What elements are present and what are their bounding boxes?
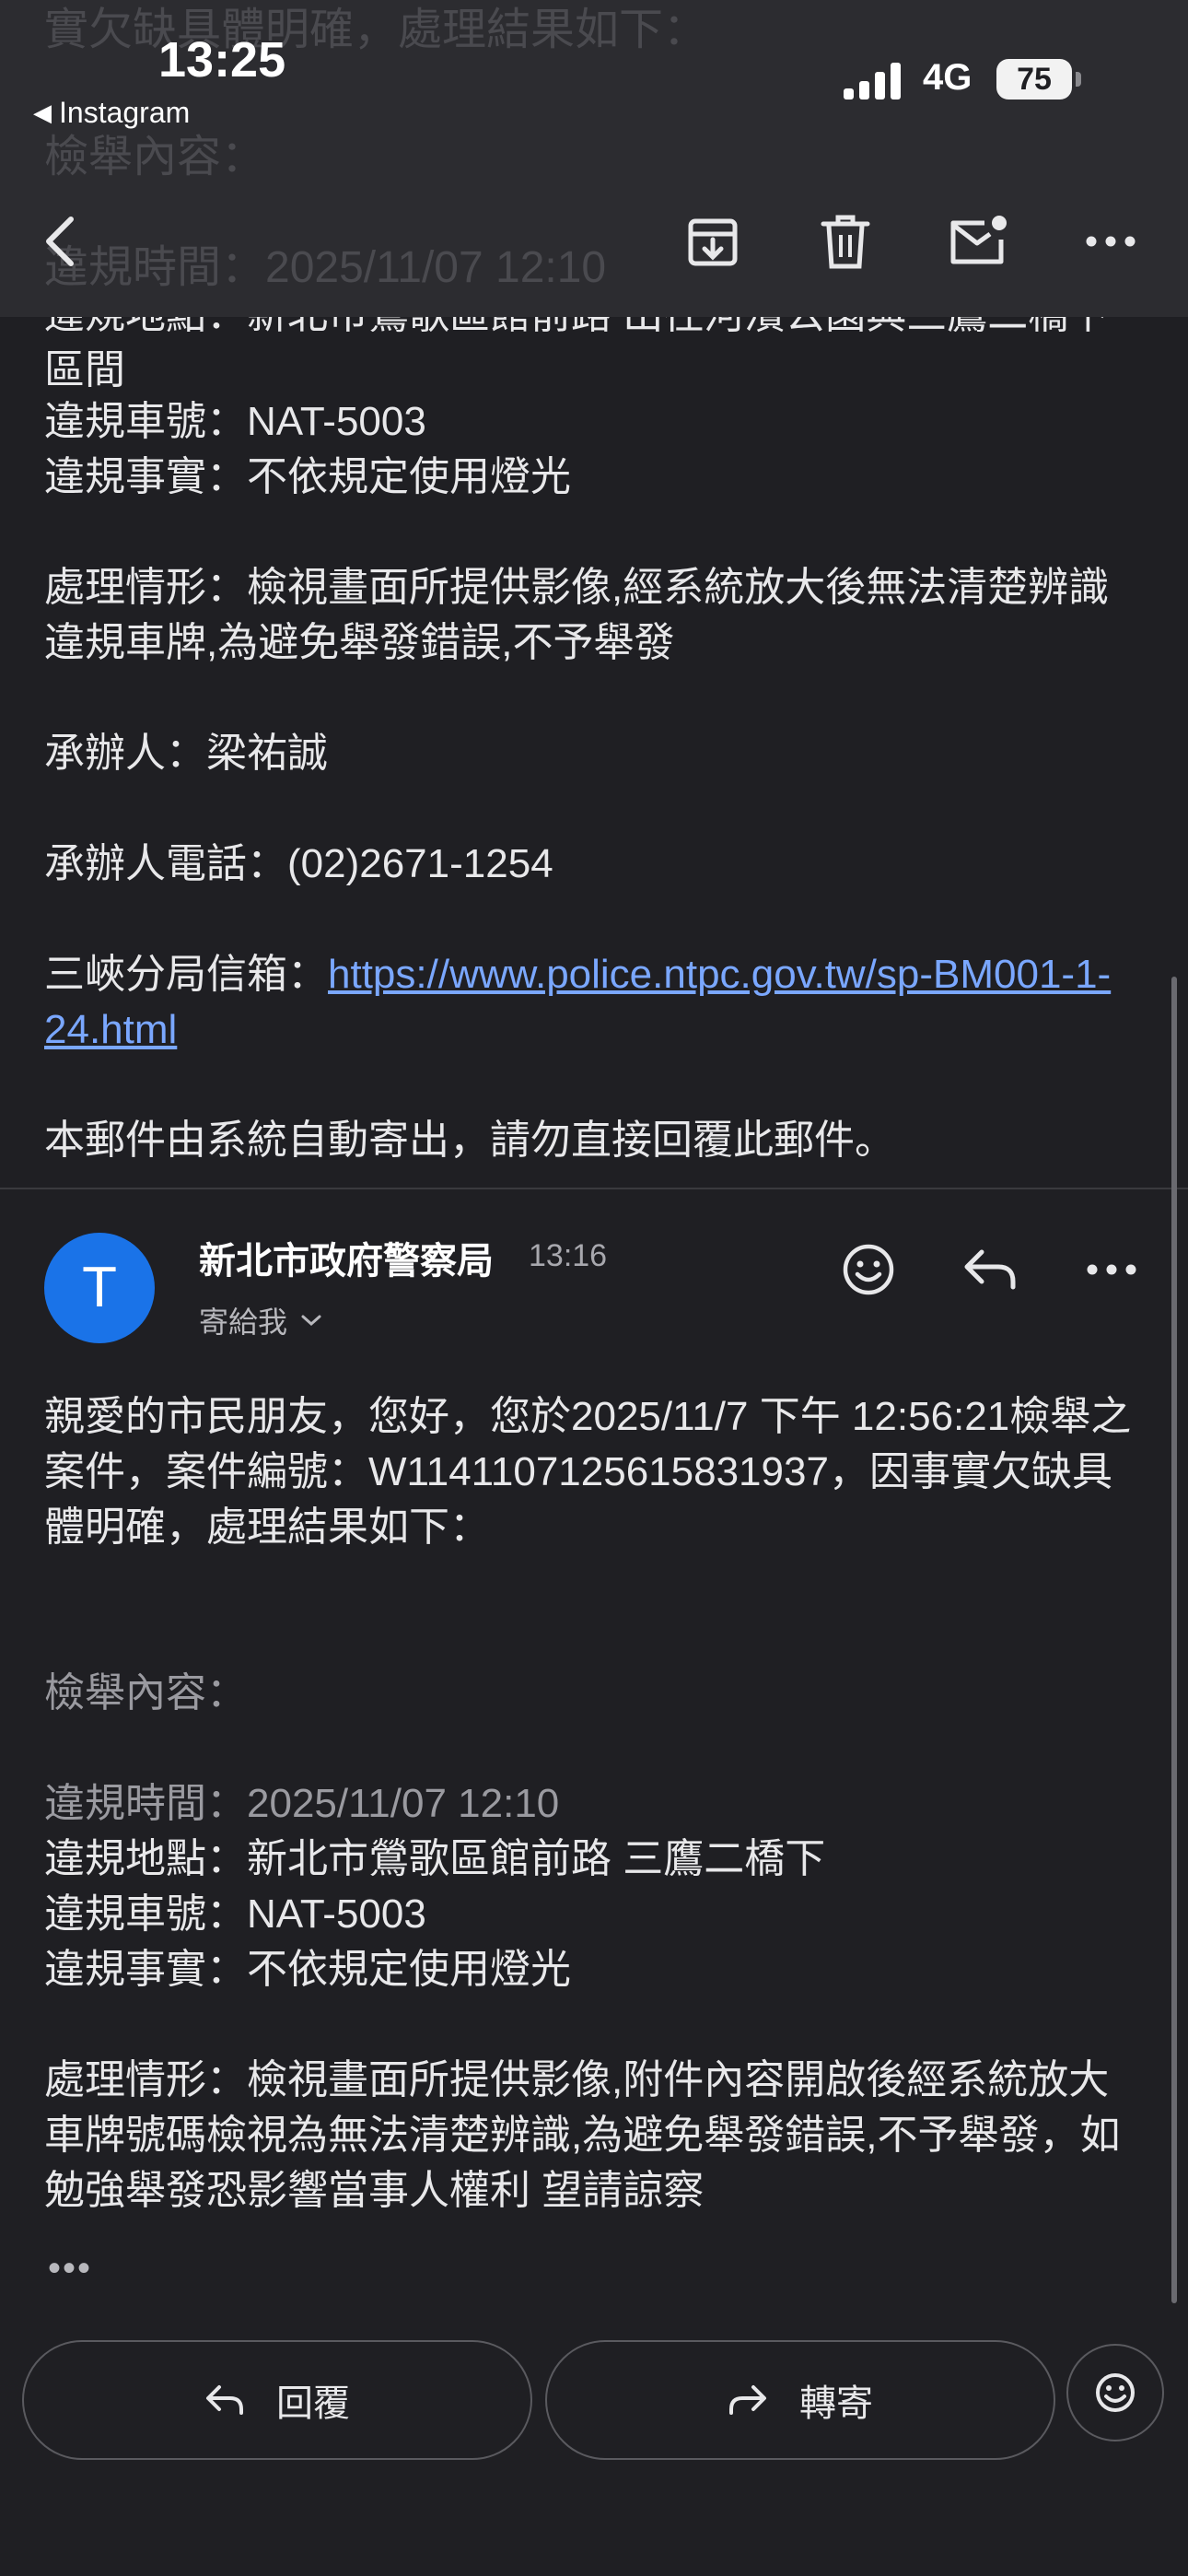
prev-mailbox-label: 三峽分局信箱： [44, 952, 328, 997]
mark-unread-icon[interactable] [945, 208, 1011, 275]
avatar[interactable]: T [44, 1233, 155, 1343]
prev-officer-phone: 承辦人電話：(02)2671-1254 [44, 841, 553, 886]
ghost-text-3: 違規時間：2025/11/07 12:10 [44, 243, 607, 292]
violation-location: 違規地點：新北市鶯歌區館前路 三鷹二橋下 [44, 1836, 826, 1881]
content-label: 檢舉內容： [44, 1670, 247, 1715]
prev-violation-plate: 違規車號：NAT-5003 [44, 399, 426, 444]
prev-violation-fact: 違規事實：不依規定使用燈光 [44, 454, 571, 499]
top-app-bar: 實欠缺具體明確，處理結果如下： 檢舉內容： 違規時間：2025/11/07 12… [0, 0, 1188, 317]
sent-time: 13:16 [529, 1238, 608, 1273]
chevron-down-icon [301, 1315, 321, 1327]
recipient-label: 寄給我 [199, 1306, 288, 1339]
status-time: 13:25 [158, 32, 286, 88]
message-divider [0, 1188, 1188, 1189]
back-to-app[interactable]: ◀ Instagram [33, 96, 190, 130]
archive-icon[interactable] [680, 208, 746, 275]
violation-fact: 違規事實：不依規定使用燈光 [44, 1947, 571, 1992]
ghost-text-1: 實欠缺具體明確，處理結果如下： [44, 6, 708, 54]
reply-button-label: 回覆 [276, 2383, 350, 2424]
battery-tip [1076, 72, 1081, 87]
recipients-toggle[interactable]: 寄給我 [199, 1299, 322, 1341]
back-app-icon: ◀ [33, 99, 52, 126]
reply-button-icon [206, 2385, 243, 2415]
back-app-label: Instagram [59, 96, 191, 129]
forward-button[interactable]: 轉寄 [545, 2340, 1055, 2460]
battery-indicator: 75 [996, 59, 1072, 100]
more-icon[interactable] [1077, 208, 1144, 275]
trash-icon[interactable] [812, 208, 879, 275]
prev-officer: 承辦人：梁祐誠 [44, 731, 328, 776]
forward-button-label: 轉寄 [799, 2383, 873, 2424]
scrollbar[interactable] [1171, 977, 1177, 2303]
prev-mailbox: 三峽分局信箱：https://www.police.ntpc.gov.tw/sp… [44, 947, 1149, 1058]
sender-name[interactable]: 新北市政府警察局 [199, 1231, 494, 1284]
message-greeting: 親愛的市民朋友，您好，您於2025/11/7 下午 12:56:21檢舉之案件，… [44, 1394, 1132, 1550]
prev-handling: 處理情形：檢視畫面所提供影像,經系統放大後無法清楚辨識違規車牌,為避免舉發錯誤,… [44, 565, 1110, 665]
emoji-icon [1096, 2373, 1135, 2412]
violation-plate: 違規車號：NAT-5003 [44, 1891, 426, 1937]
back-icon[interactable] [28, 208, 94, 275]
prev-auto-notice: 本郵件由系統自動寄出，請勿直接回覆此郵件。 [44, 1118, 895, 1163]
message-more-icon[interactable] [1070, 1233, 1153, 1306]
forward-button-icon [729, 2385, 766, 2415]
reply-icon[interactable] [949, 1233, 1031, 1306]
violation-time: 違規時間：2025/11/07 12:10 [44, 1781, 560, 1826]
show-trimmed-content[interactable]: ••• [48, 2248, 92, 2289]
network-type: 4G [923, 57, 973, 98]
emoji-reaction-button[interactable] [1066, 2344, 1164, 2441]
handling-result: 處理情形：檢視畫面所提供影像,附件內容開啟後經系統放大車牌號碼檢視為無法清楚辨識… [44, 2057, 1121, 2213]
reply-button[interactable]: 回覆 [22, 2340, 532, 2460]
signal-icon [842, 61, 906, 101]
emoji-icon[interactable] [827, 1233, 910, 1306]
